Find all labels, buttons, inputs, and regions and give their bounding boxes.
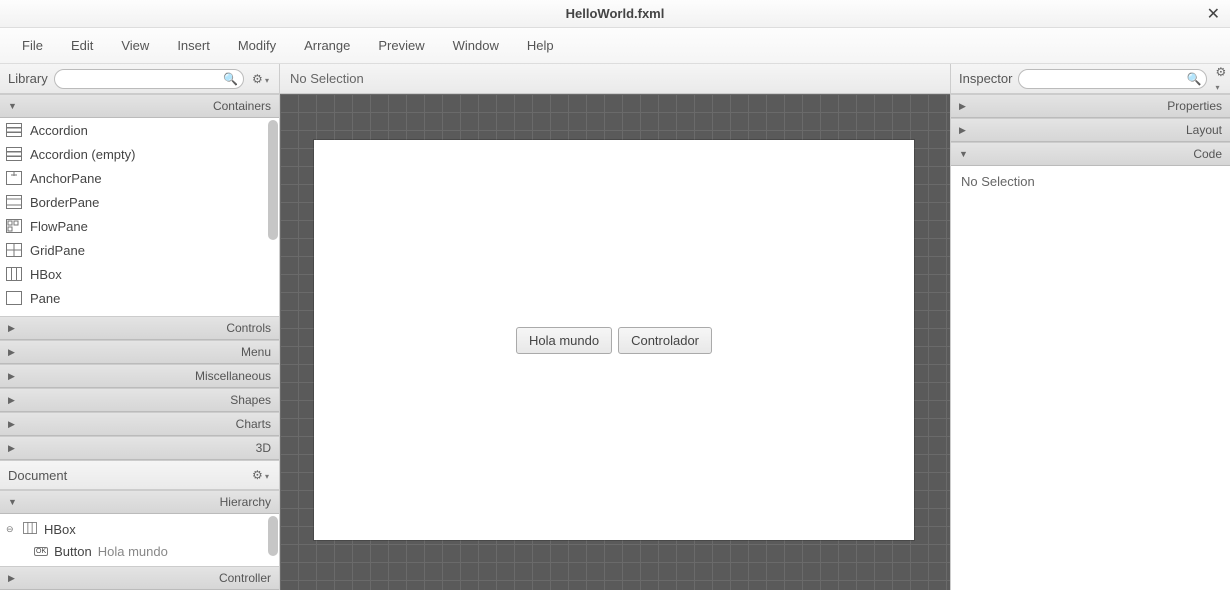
section-containers[interactable]: ▼ Containers bbox=[0, 94, 279, 118]
menu-modify[interactable]: Modify bbox=[224, 38, 290, 53]
section-controller[interactable]: ▶Controller bbox=[0, 566, 279, 590]
selection-label: No Selection bbox=[290, 71, 364, 86]
scrollbar[interactable] bbox=[268, 514, 278, 566]
close-icon[interactable]: ✕ bbox=[1207, 4, 1220, 24]
section-properties[interactable]: ▶Properties bbox=[951, 94, 1230, 118]
chevron-down-icon: ▼ bbox=[8, 497, 17, 507]
section-miscellaneous[interactable]: ▶Miscellaneous bbox=[0, 364, 279, 388]
section-charts[interactable]: ▶Charts bbox=[0, 412, 279, 436]
document-gear-icon[interactable]: ⚙ bbox=[250, 468, 271, 482]
inspector-empty-label: No Selection bbox=[961, 174, 1035, 189]
section-controls[interactable]: ▶Controls bbox=[0, 316, 279, 340]
anchorpane-icon bbox=[6, 171, 22, 185]
menu-view[interactable]: View bbox=[107, 38, 163, 53]
hbox-icon bbox=[22, 522, 38, 537]
pane-icon bbox=[6, 291, 22, 305]
design-button-2[interactable]: Controlador bbox=[618, 327, 712, 354]
inspector-search-input[interactable] bbox=[1018, 69, 1207, 89]
lib-item-hbox[interactable]: HBox bbox=[0, 262, 279, 286]
borderpane-icon bbox=[6, 195, 22, 209]
library-gear-icon[interactable]: ⚙ bbox=[250, 72, 271, 86]
section-layout[interactable]: ▶Layout bbox=[951, 118, 1230, 142]
hierarchy-child[interactable]: OK Button Controlador bbox=[0, 562, 279, 566]
chevron-down-icon: ▼ bbox=[8, 101, 17, 111]
menu-file[interactable]: File bbox=[8, 38, 57, 53]
inspector-body: No Selection bbox=[951, 166, 1230, 590]
chevron-right-icon: ▶ bbox=[8, 347, 15, 358]
left-panel: Library 🔍 ⚙ ▼ Containers Accordion Accor… bbox=[0, 64, 280, 590]
containers-list: Accordion Accordion (empty) AnchorPane B… bbox=[0, 118, 279, 316]
chevron-right-icon: ▶ bbox=[8, 323, 15, 334]
lib-item-anchorpane[interactable]: AnchorPane bbox=[0, 166, 279, 190]
inspector-header: Inspector 🔍 ⚙ bbox=[951, 64, 1230, 94]
chevron-right-icon: ▶ bbox=[8, 443, 15, 454]
search-icon: 🔍 bbox=[1187, 72, 1202, 86]
accordion-icon bbox=[6, 147, 22, 161]
document-title: Document bbox=[8, 468, 67, 483]
section-code[interactable]: ▼Code bbox=[951, 142, 1230, 166]
lib-item-accordion[interactable]: Accordion bbox=[0, 118, 279, 142]
chevron-right-icon: ▶ bbox=[8, 573, 15, 584]
window-title: HelloWorld.fxml bbox=[566, 6, 665, 21]
menu-edit[interactable]: Edit bbox=[57, 38, 107, 53]
section-3d[interactable]: ▶3D bbox=[0, 436, 279, 460]
lib-item-pane[interactable]: Pane bbox=[0, 286, 279, 310]
titlebar: HelloWorld.fxml ✕ bbox=[0, 0, 1230, 28]
artboard[interactable]: Hola mundo Controlador bbox=[314, 140, 914, 540]
hierarchy-tree: ⊖ HBox OK Button Hola mundo OK Button Co… bbox=[0, 514, 279, 566]
search-icon: 🔍 bbox=[223, 72, 238, 86]
gridpane-icon bbox=[6, 243, 22, 257]
inspector-panel: Inspector 🔍 ⚙ ▶Properties ▶Layout ▼Code … bbox=[950, 64, 1230, 590]
chevron-right-icon: ▶ bbox=[959, 101, 966, 112]
collapse-icon[interactable]: ⊖ bbox=[6, 524, 16, 535]
document-header: Document ⚙ bbox=[0, 460, 279, 490]
menubar: File Edit View Insert Modify Arrange Pre… bbox=[0, 28, 1230, 64]
menu-preview[interactable]: Preview bbox=[364, 38, 438, 53]
lib-item-gridpane[interactable]: GridPane bbox=[0, 238, 279, 262]
menu-window[interactable]: Window bbox=[439, 38, 513, 53]
library-title: Library bbox=[8, 71, 48, 86]
menu-arrange[interactable]: Arrange bbox=[290, 38, 364, 53]
library-search-input[interactable] bbox=[54, 69, 244, 89]
selection-bar: No Selection bbox=[280, 64, 950, 94]
section-shapes[interactable]: ▶Shapes bbox=[0, 388, 279, 412]
scrollbar[interactable] bbox=[268, 118, 278, 316]
chevron-right-icon: ▶ bbox=[8, 419, 15, 430]
hierarchy-child[interactable]: OK Button Hola mundo bbox=[0, 540, 279, 562]
design-button-1[interactable]: Hola mundo bbox=[516, 327, 612, 354]
accordion-icon bbox=[6, 123, 22, 137]
library-header: Library 🔍 ⚙ bbox=[0, 64, 279, 94]
center-panel: No Selection Hola mundo Controlador bbox=[280, 64, 950, 590]
menu-insert[interactable]: Insert bbox=[163, 38, 224, 53]
chevron-right-icon: ▶ bbox=[959, 125, 966, 136]
lib-item-accordion-empty[interactable]: Accordion (empty) bbox=[0, 142, 279, 166]
flowpane-icon bbox=[6, 219, 22, 233]
inspector-gear-icon[interactable]: ⚙ bbox=[1213, 65, 1228, 93]
chevron-right-icon: ▶ bbox=[8, 371, 15, 382]
lib-item-flowpane[interactable]: FlowPane bbox=[0, 214, 279, 238]
chevron-right-icon: ▶ bbox=[8, 395, 15, 406]
inspector-title: Inspector bbox=[959, 71, 1012, 86]
section-hierarchy[interactable]: ▼Hierarchy bbox=[0, 490, 279, 514]
canvas[interactable]: Hola mundo Controlador bbox=[280, 94, 950, 590]
menu-help[interactable]: Help bbox=[513, 38, 568, 53]
hbox-icon bbox=[6, 267, 22, 281]
button-node-icon: OK bbox=[34, 547, 48, 556]
lib-item-borderpane[interactable]: BorderPane bbox=[0, 190, 279, 214]
section-menu[interactable]: ▶Menu bbox=[0, 340, 279, 364]
hierarchy-root[interactable]: ⊖ HBox bbox=[0, 518, 279, 540]
chevron-down-icon: ▼ bbox=[959, 149, 968, 159]
